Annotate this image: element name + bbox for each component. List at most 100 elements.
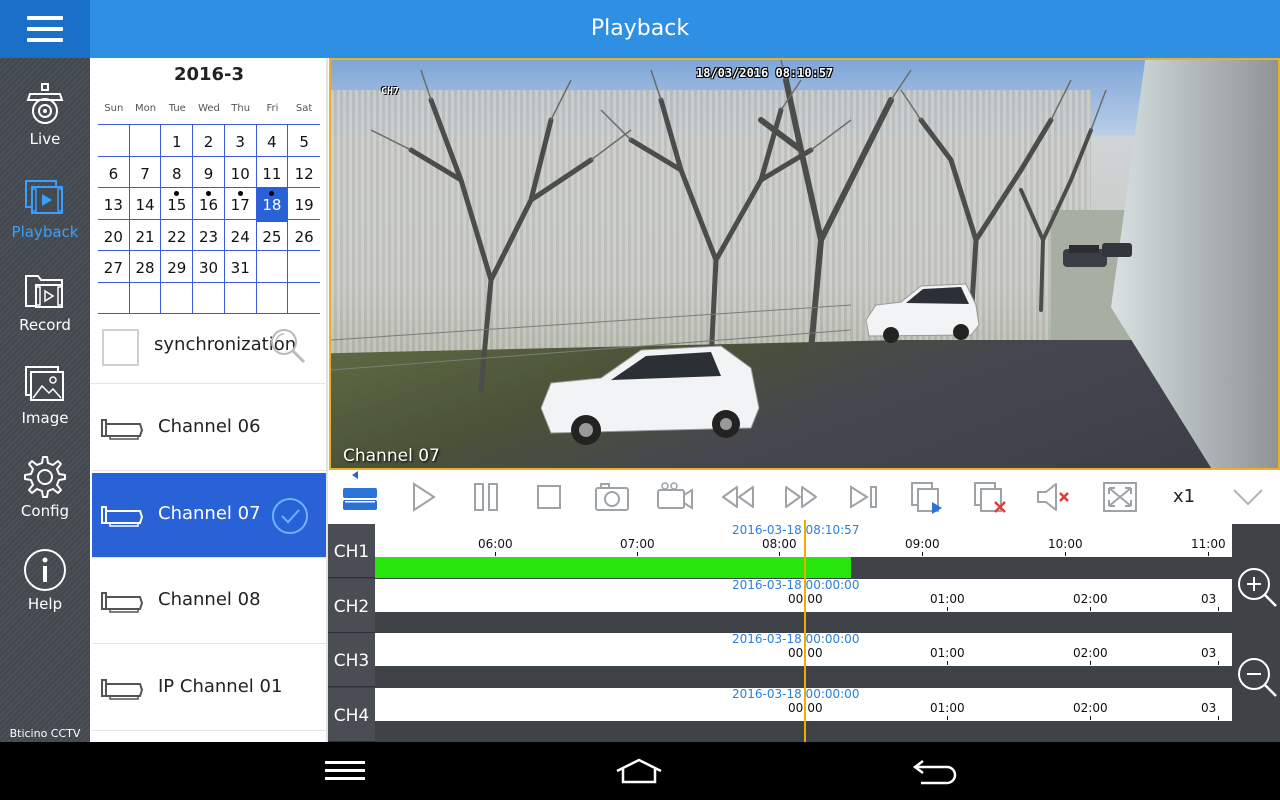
timeline-tick-label: 01:00 [930,701,965,716]
calendar-day-1[interactable]: 1 [161,125,194,159]
calendar-day-2[interactable]: 2 [193,125,225,159]
timeline-cursor[interactable] [804,520,806,742]
zoom-in-icon[interactable] [1234,564,1278,608]
video-player[interactable]: 18/03/2016 08:10:57 CH7 Channel 07 [329,58,1280,470]
calendar-day-16[interactable]: 16 [193,188,225,222]
sync-checkbox[interactable] [102,329,139,366]
calendar-day-27[interactable]: 27 [98,251,130,285]
calendar-day-14[interactable]: 14 [130,188,162,222]
calendar-day-9[interactable]: 9 [193,156,225,191]
calendar-day-label: 22 [167,227,187,246]
next-frame-button[interactable] [844,478,884,516]
timeline-timestamp: 2016-03-18 08:10:57 [732,524,860,537]
calendar-day-empty [193,282,225,313]
calendar-weekday: Thu [231,103,251,114]
side-nav: Live Playback Record Image Config Help B… [0,58,90,742]
calendar-day-5[interactable]: 5 [288,125,320,159]
system-home-button[interactable] [609,752,669,790]
pause-button[interactable] [466,478,506,516]
app-root: Playback Live Playback Record Image Conf… [0,0,1280,800]
timeline-tick-label: 02:00 [1073,701,1108,716]
play-button[interactable] [403,478,443,516]
rewind-button[interactable] [718,478,758,516]
nav-label-live: Live [29,129,61,148]
zoom-out-icon[interactable] [1234,654,1278,698]
timeline-timestamp: 2016-03-18 00:00:00 [732,633,860,647]
channel-item[interactable]: IP Channel 01 [92,646,326,731]
channel-item[interactable]: Channel 06 [92,386,326,471]
channel-item[interactable]: Channel 08 [92,559,326,644]
calendar-day-26[interactable]: 26 [288,220,320,254]
rewind-icon [722,486,754,508]
calendar-day-22[interactable]: 22 [161,219,194,254]
calendar-day-29[interactable]: 29 [161,251,194,285]
calendar-day-19[interactable]: 19 [288,188,320,222]
calendar-day-24[interactable]: 24 [225,219,257,254]
channel-item[interactable]: Channel 07 [92,472,326,558]
clip-delete-button[interactable] [970,478,1010,516]
hamburger-menu-button[interactable] [0,0,90,58]
speed-selector[interactable]: x1 [1173,486,1195,507]
calendar-day-13[interactable]: 13 [98,188,130,222]
calendar-day-18[interactable]: 18 [256,188,289,222]
timeline-channel-label: CH1 [328,524,375,578]
record-video-button[interactable] [655,478,695,516]
calendar-day-label: 20 [103,227,123,246]
timeline-tick-label: 02:00 [1073,591,1108,606]
calendar-day-label: 29 [167,259,187,277]
nav-item-playback[interactable]: Playback [0,161,90,254]
stop-button[interactable] [529,478,569,516]
calendar-day-12[interactable]: 12 [288,157,320,191]
timeline-zoom-column [1232,524,1280,742]
calendar-day-11[interactable]: 11 [257,156,289,191]
calendar-day-empty [161,282,194,313]
timeline-tick-mark [637,552,638,556]
timeline-tick-mark [1090,606,1091,611]
calendar-day-20[interactable]: 20 [98,219,130,254]
system-menu-button[interactable] [315,752,375,790]
nav-item-live[interactable]: Live [0,68,90,161]
pause-icon [474,483,498,511]
calendar-day-28[interactable]: 28 [130,251,162,285]
snapshot-button[interactable] [592,478,632,516]
nav-item-image[interactable]: Image [0,347,90,440]
nav-item-help[interactable]: Help [0,533,90,626]
recording-dot [237,191,243,196]
calendar-day-17[interactable]: 17 [225,188,257,222]
calendar-day-7[interactable]: 7 [130,156,162,191]
fullscreen-button[interactable] [1100,478,1140,516]
mute-button[interactable] [1033,478,1073,516]
chevron-down-icon [1233,489,1263,506]
calendar-day-23[interactable]: 23 [193,219,225,254]
next-frame-icon [850,485,877,509]
calendar-day-8[interactable]: 8 [161,156,194,191]
timeline-tick-mark [779,552,780,556]
calendar-week-row [98,282,320,314]
calendar-day-15[interactable]: 15 [161,188,194,222]
clip-copy-button[interactable] [907,478,947,516]
calendar-day-label: 21 [135,227,155,246]
home-icon [616,758,662,784]
calendar-day-30[interactable]: 30 [193,251,225,285]
timeline-row: CH42016-03-18 00:00:0000:0001:0002:0003 [328,688,1232,743]
nav-item-config[interactable]: Config [0,440,90,533]
calendar-day-21[interactable]: 21 [130,219,162,254]
record-list-button[interactable] [340,478,380,516]
sync-row: synchronization [90,316,328,384]
timeline-tick-label: 01:00 [930,646,965,661]
calendar-day-31[interactable]: 31 [225,251,257,285]
system-back-button[interactable] [905,752,965,790]
nav-item-record[interactable]: Record [0,254,90,347]
timeline-tick-mark [922,552,923,556]
calendar-day-10[interactable]: 10 [225,156,257,191]
calendar-day-3[interactable]: 3 [225,125,257,159]
collapse-toolbar-button[interactable] [1228,478,1268,516]
fast-forward-button[interactable] [781,478,821,516]
calendar-day-25[interactable]: 25 [257,219,289,254]
calendar-day-empty [288,251,320,285]
search-icon[interactable] [268,326,308,366]
calendar-day-4[interactable]: 4 [257,125,289,159]
recorded-segment[interactable] [375,557,852,578]
channel-label: Channel 06 [158,416,261,437]
calendar-day-6[interactable]: 6 [98,156,130,191]
